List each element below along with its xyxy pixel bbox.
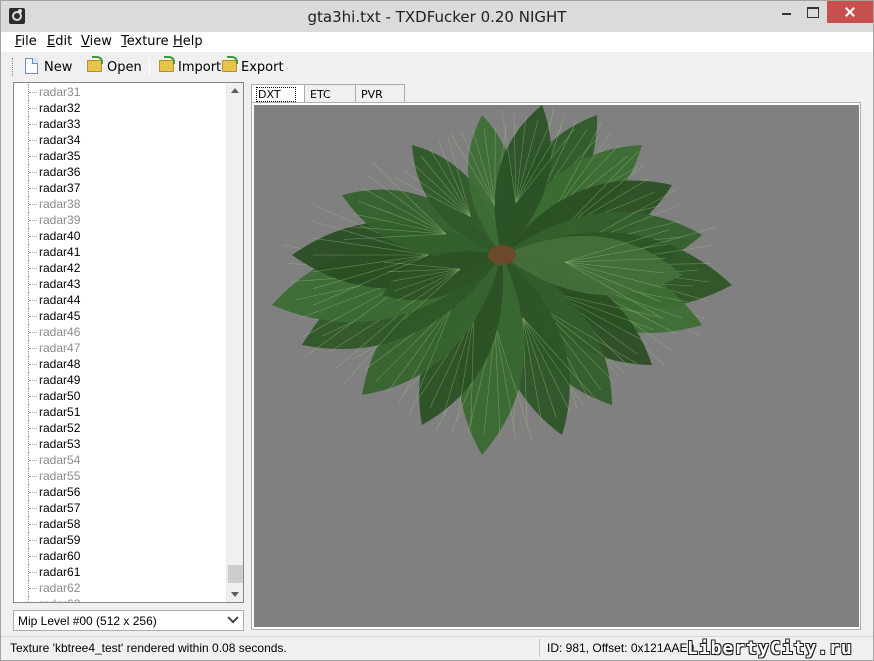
tree-item[interactable]: radar56 — [14, 484, 226, 500]
import-button[interactable]: Import — [159, 56, 221, 77]
new-file-icon — [25, 58, 38, 74]
tree-item[interactable]: radar43 — [14, 276, 226, 292]
tree-item[interactable]: radar49 — [14, 372, 226, 388]
mip-level-select[interactable]: Mip Level #00 (512 x 256) — [13, 610, 244, 631]
menu-view[interactable]: View — [81, 34, 112, 49]
tree-item[interactable]: radar44 — [14, 292, 226, 308]
tree-item[interactable]: radar47 — [14, 340, 226, 356]
tree-item[interactable]: radar34 — [14, 132, 226, 148]
palm-fronds — [272, 105, 732, 455]
scroll-up-icon[interactable] — [231, 88, 239, 93]
tree-item[interactable]: radar35 — [14, 148, 226, 164]
window-title: gta3hi.txt - TXDFucker 0.20 NIGHT — [307, 8, 567, 26]
status-divider — [539, 639, 540, 657]
format-tabs: DXT ETC PVR — [251, 84, 671, 103]
toolbar-grip[interactable] — [12, 58, 15, 76]
export-button[interactable]: Export — [222, 56, 284, 77]
tree-item[interactable]: radar63 — [14, 596, 226, 602]
tree-item[interactable]: radar50 — [14, 388, 226, 404]
close-icon[interactable] — [827, 1, 873, 23]
palm-trunk — [488, 245, 516, 265]
tree-item[interactable]: radar40 — [14, 228, 226, 244]
tree-item[interactable]: radar52 — [14, 420, 226, 436]
scroll-down-icon[interactable] — [231, 592, 239, 597]
tree-item[interactable]: radar39 — [14, 212, 226, 228]
tree-item[interactable]: radar61 — [14, 564, 226, 580]
menu-help[interactable]: Help — [173, 34, 203, 49]
new-button[interactable]: New — [25, 57, 75, 77]
export-folder-icon — [222, 56, 238, 72]
title-bar[interactable]: gta3hi.txt - TXDFucker 0.20 NIGHT — [1, 1, 873, 32]
open-button[interactable]: Open — [87, 56, 143, 77]
tree-rows: radar31 radar32 radar33 radar34 radar35 radar… — [14, 84, 226, 602]
tree-item[interactable]: radar37 — [14, 180, 226, 196]
mip-level-value: Mip Level #00 (512 x 256) — [18, 614, 157, 628]
tree-item[interactable]: radar45 — [14, 308, 226, 324]
menu-bar: File Edit View Texture Help — [1, 32, 873, 52]
tab-dxt[interactable]: DXT — [251, 84, 305, 103]
watermark: LibertyCity.ru — [687, 638, 853, 659]
status-info: ID: 981, Offset: 0x121AAE0 — [547, 641, 695, 655]
texture-tree[interactable]: radar31 radar32 radar33 radar34 radar35 radar… — [13, 82, 244, 603]
tree-item[interactable]: radar58 — [14, 516, 226, 532]
scroll-thumb[interactable] — [228, 565, 243, 583]
tree-item[interactable]: radar42 — [14, 260, 226, 276]
main-window: gta3hi.txt - TXDFucker 0.20 NIGHT File E… — [0, 0, 874, 661]
tree-item[interactable]: radar54 — [14, 452, 226, 468]
maximize-icon[interactable] — [799, 1, 825, 23]
texture-preview — [254, 105, 859, 627]
chevron-down-icon — [227, 612, 239, 624]
tree-item[interactable]: radar53 — [14, 436, 226, 452]
toolbar-separator — [149, 58, 150, 76]
import-folder-icon — [159, 56, 175, 72]
tree-item[interactable]: radar41 — [14, 244, 226, 260]
menu-edit[interactable]: Edit — [47, 34, 72, 49]
tree-item[interactable]: radar55 — [14, 468, 226, 484]
status-message: Texture 'kbtree4_test' rendered within 0… — [10, 641, 287, 655]
tree-item[interactable]: radar32 — [14, 100, 226, 116]
tab-etc[interactable]: ETC — [304, 84, 356, 103]
tree-item[interactable]: radar38 — [14, 196, 226, 212]
menu-file[interactable]: File — [15, 34, 37, 49]
tree-item[interactable]: radar51 — [14, 404, 226, 420]
tree-item[interactable]: radar31 — [14, 84, 226, 100]
palm-tree-texture — [272, 105, 732, 455]
tree-item[interactable]: radar33 — [14, 116, 226, 132]
open-folder-icon — [87, 56, 103, 72]
tree-item[interactable]: radar57 — [14, 500, 226, 516]
tree-item[interactable]: radar48 — [14, 356, 226, 372]
toolbar: New Open Import Export — [1, 52, 873, 81]
tree-item[interactable]: radar62 — [14, 580, 226, 596]
tree-item[interactable]: radar36 — [14, 164, 226, 180]
tab-pvr[interactable]: PVR — [355, 84, 405, 103]
preview-frame — [251, 102, 861, 630]
tree-scrollbar[interactable] — [226, 83, 243, 602]
tree-item[interactable]: radar46 — [14, 324, 226, 340]
menu-texture[interactable]: Texture — [121, 34, 169, 49]
tree-item[interactable]: radar59 — [14, 532, 226, 548]
minimize-icon[interactable] — [773, 1, 799, 23]
tree-item[interactable]: radar60 — [14, 548, 226, 564]
